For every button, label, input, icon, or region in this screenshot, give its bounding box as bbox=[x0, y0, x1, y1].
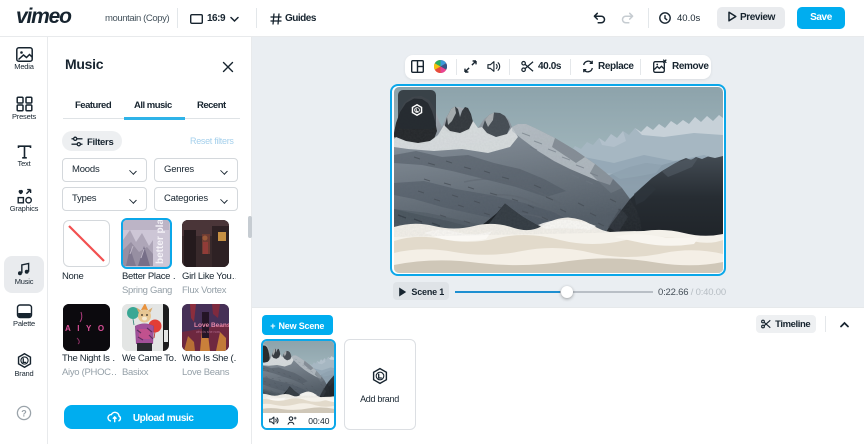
svg-text:better place: better place bbox=[155, 220, 166, 264]
svg-text:?: ? bbox=[21, 408, 27, 418]
svg-text:who is she now: who is she now bbox=[196, 330, 220, 334]
svg-text:Love Beans: Love Beans bbox=[194, 322, 229, 329]
svg-text:AIYO: AIYO bbox=[65, 324, 110, 333]
